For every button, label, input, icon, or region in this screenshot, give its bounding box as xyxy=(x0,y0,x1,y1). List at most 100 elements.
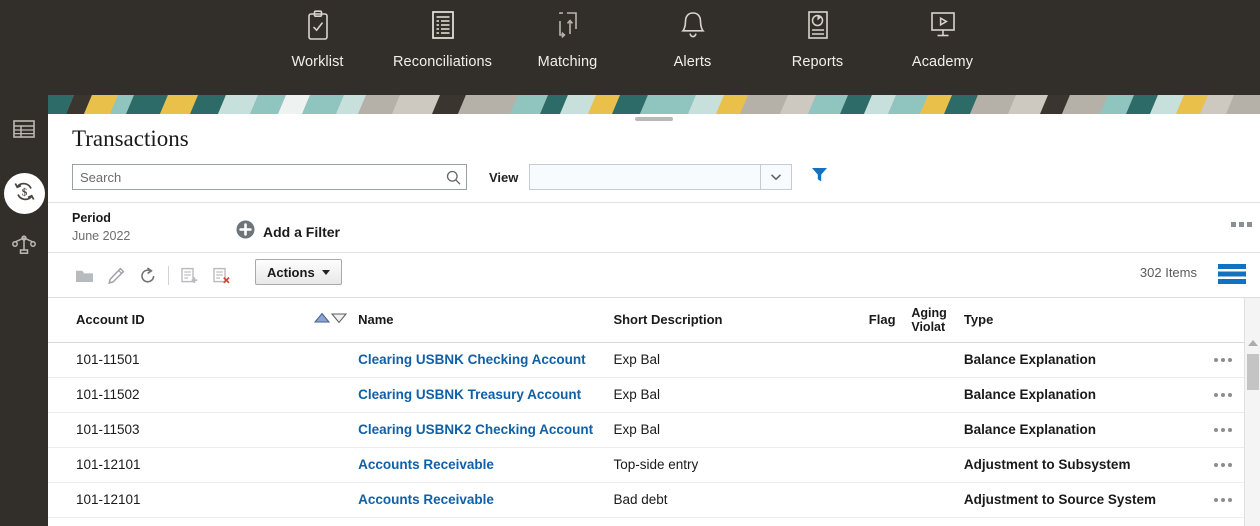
filter-bar: Period June 2022 Add a Filter xyxy=(48,202,1260,253)
view-select[interactable] xyxy=(529,164,793,190)
overflow-menu-icon[interactable] xyxy=(1231,222,1252,227)
add-filter-label: Add a Filter xyxy=(263,224,341,240)
delete-row-icon[interactable] xyxy=(205,262,237,289)
column-header-name[interactable]: Name xyxy=(358,298,614,343)
transactions-table-container: Account ID Name Short Description Flag A… xyxy=(48,298,1260,526)
cell-account-id: 101-12101 xyxy=(48,447,359,483)
cell-flag xyxy=(868,377,912,413)
global-navigation-bar: Worklist Reconciliations Matching Alerts… xyxy=(0,0,1260,95)
sidebar-item-table-view[interactable] xyxy=(8,115,40,147)
column-sort-controls[interactable] xyxy=(313,298,359,343)
transactions-table: Account ID Name Short Description Flag A… xyxy=(48,298,1260,518)
filter-period-value: June 2022 xyxy=(72,229,131,243)
cell-flag xyxy=(868,342,912,378)
nav-item-reports[interactable]: Reports xyxy=(755,0,880,70)
sidebar-item-transactions[interactable]: $ xyxy=(4,173,45,214)
row-overflow-menu-icon[interactable] xyxy=(1213,497,1232,502)
open-folder-icon[interactable] xyxy=(68,262,100,289)
table-row[interactable]: 101-12101 Accounts Receivable Top-side e… xyxy=(48,447,1260,483)
table-toolbar: Actions 302 Items xyxy=(48,253,1260,298)
balance-scale-icon xyxy=(11,233,37,262)
search-input[interactable] xyxy=(73,165,466,189)
cell-flag xyxy=(868,412,912,448)
cell-account-id: 101-12101 xyxy=(48,482,359,518)
add-filter-button[interactable]: Add a Filter xyxy=(236,220,340,244)
aging-header-line-2: Violat xyxy=(911,319,946,334)
nav-label-reconciliations: Reconciliations xyxy=(392,54,493,70)
cell-account-id: 101-11503 xyxy=(48,412,359,448)
document-lines-icon xyxy=(426,9,460,45)
scroll-up-arrow-icon[interactable] xyxy=(1248,340,1258,346)
application-window: Worklist Reconciliations Matching Alerts… xyxy=(0,0,1260,526)
sort-ascending-icon[interactable] xyxy=(313,312,330,327)
cell-name[interactable]: Accounts Receivable xyxy=(358,482,614,518)
cell-name[interactable]: Clearing USBNK2 Checking Account xyxy=(358,412,614,448)
sidebar-item-balance-scale[interactable] xyxy=(8,231,40,263)
refresh-icon[interactable] xyxy=(132,262,164,289)
search-box[interactable] xyxy=(72,164,467,190)
chevron-down-icon[interactable] xyxy=(760,165,791,189)
match-arrows-icon xyxy=(551,9,585,45)
row-overflow-menu-icon[interactable] xyxy=(1213,357,1232,362)
sort-descending-icon[interactable] xyxy=(330,312,347,327)
table-row[interactable]: 101-11501 Clearing USBNK Checking Accoun… xyxy=(48,342,1260,378)
aging-header-line-1: Aging xyxy=(911,305,947,320)
actions-button[interactable]: Actions xyxy=(255,259,342,285)
transactions-icon: $ xyxy=(12,179,37,209)
cell-short-description: Top-side entry xyxy=(613,447,869,483)
row-overflow-menu-icon[interactable] xyxy=(1213,427,1232,432)
cell-name[interactable]: Clearing USBNK Checking Account xyxy=(358,342,614,378)
cell-aging-violation xyxy=(911,412,956,448)
cell-aging-violation xyxy=(911,447,956,483)
monitor-play-icon xyxy=(926,9,960,45)
cell-name[interactable]: Clearing USBNK Treasury Account xyxy=(358,377,614,413)
row-overflow-menu-icon[interactable] xyxy=(1213,462,1232,467)
nav-item-reconciliations[interactable]: Reconciliations xyxy=(380,0,505,70)
cell-account-id: 101-11501 xyxy=(48,342,359,378)
nav-item-worklist[interactable]: Worklist xyxy=(255,0,380,70)
nav-label-alerts: Alerts xyxy=(673,54,712,70)
cell-type: Balance Explanation xyxy=(955,412,1260,448)
cell-type-text: Adjustment to Source System xyxy=(963,492,1156,508)
table-row[interactable]: 101-12101 Accounts Receivable Bad debt A… xyxy=(48,482,1260,518)
column-header-flag[interactable]: Flag xyxy=(868,298,912,343)
plus-circle-icon xyxy=(236,220,255,244)
table-row[interactable]: 101-11503 Clearing USBNK2 Checking Accou… xyxy=(48,412,1260,448)
edit-pencil-icon[interactable] xyxy=(100,262,132,289)
cell-flag xyxy=(868,482,912,518)
column-header-type[interactable]: Type xyxy=(955,298,1260,343)
nav-item-alerts[interactable]: Alerts xyxy=(630,0,755,70)
cell-type: Adjustment to Source System xyxy=(955,482,1260,518)
cell-name[interactable]: Accounts Receivable xyxy=(358,447,614,483)
nav-item-academy[interactable]: Academy xyxy=(880,0,1005,70)
column-header-aging-violation[interactable]: Aging Violat xyxy=(911,298,956,343)
cell-short-description: Bad debt xyxy=(613,482,869,518)
table-header-row: Account ID Name Short Description Flag A… xyxy=(48,298,1260,343)
panel-resize-handle[interactable] xyxy=(635,117,673,121)
caret-down-icon xyxy=(321,269,330,275)
funnel-icon[interactable] xyxy=(811,166,828,188)
cell-flag xyxy=(868,447,912,483)
cell-type-text: Adjustment to Subsystem xyxy=(963,457,1131,473)
table-header: Account ID Name Short Description Flag A… xyxy=(48,298,1260,343)
scrollbar-thumb[interactable] xyxy=(1247,354,1259,390)
cell-type-text: Balance Explanation xyxy=(963,352,1096,368)
decorative-banner xyxy=(48,95,1260,114)
filter-period[interactable]: Period June 2022 xyxy=(72,211,130,243)
cell-type: Adjustment to Subsystem xyxy=(955,447,1260,483)
column-header-account-id[interactable]: Account ID xyxy=(48,298,314,343)
nav-item-matching[interactable]: Matching xyxy=(505,0,630,70)
list-view-icon[interactable] xyxy=(1218,263,1246,290)
table-body: 101-11501 Clearing USBNK Checking Accoun… xyxy=(48,342,1260,518)
cell-type: Balance Explanation xyxy=(955,342,1260,378)
column-header-short-description[interactable]: Short Description xyxy=(613,298,869,343)
table-row[interactable]: 101-11502 Clearing USBNK Treasury Accoun… xyxy=(48,377,1260,413)
add-row-icon[interactable] xyxy=(173,262,205,289)
filter-period-label: Period xyxy=(72,211,111,225)
cell-aging-violation xyxy=(911,482,956,518)
nav-label-academy: Academy xyxy=(911,54,974,70)
table-vertical-scrollbar[interactable] xyxy=(1244,298,1260,526)
row-overflow-menu-icon[interactable] xyxy=(1213,392,1232,397)
cell-short-description: Exp Bal xyxy=(613,342,869,378)
search-icon[interactable] xyxy=(446,170,461,190)
